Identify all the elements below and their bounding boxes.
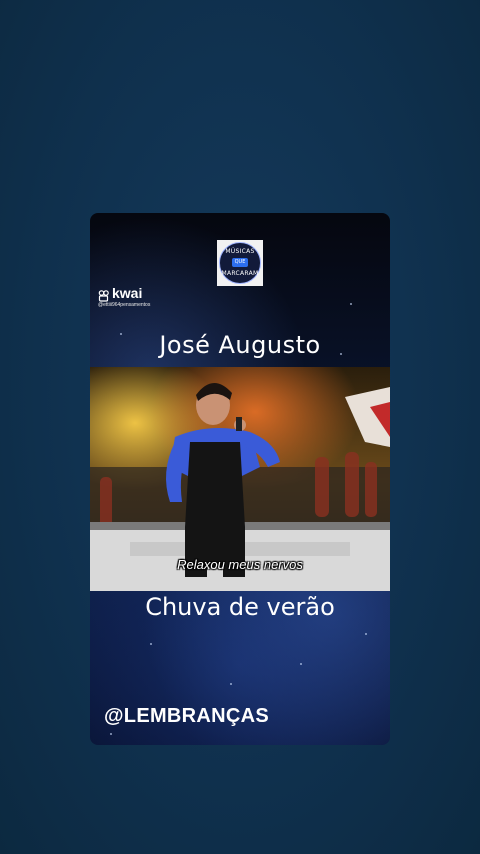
video-post-card[interactable]: MÚSICAS QUE MARCARAM kwai @ettiii964pens… [90, 213, 390, 745]
kwai-camera-icon [98, 287, 110, 302]
kwai-watermark: kwai @ettiii964pensamentos [98, 286, 168, 308]
lyric-subtitle: Relaxou meus nervos [177, 557, 303, 572]
logo-top-text: MÚSICAS [225, 248, 255, 255]
video-frame[interactable]: Relaxou meus nervos [90, 367, 390, 591]
account-handle: @LEMBRANÇAS [104, 705, 270, 727]
kwai-user-handle: @ettiii964pensamentos [98, 302, 151, 308]
screen: MÚSICAS QUE MARCARAM kwai @ettiii964pens… [0, 0, 480, 854]
logo-badge: MÚSICAS QUE MARCARAM [219, 242, 261, 284]
logo-bottom-text: MARCARAM [221, 270, 259, 277]
musicas-que-marcaram-logo: MÚSICAS QUE MARCARAM [217, 240, 263, 286]
artist-title: José Augusto [159, 331, 321, 359]
logo-middle-text: QUE [232, 258, 248, 267]
song-title: Chuva de verão [145, 593, 335, 621]
kwai-brand-name: kwai [112, 285, 143, 301]
